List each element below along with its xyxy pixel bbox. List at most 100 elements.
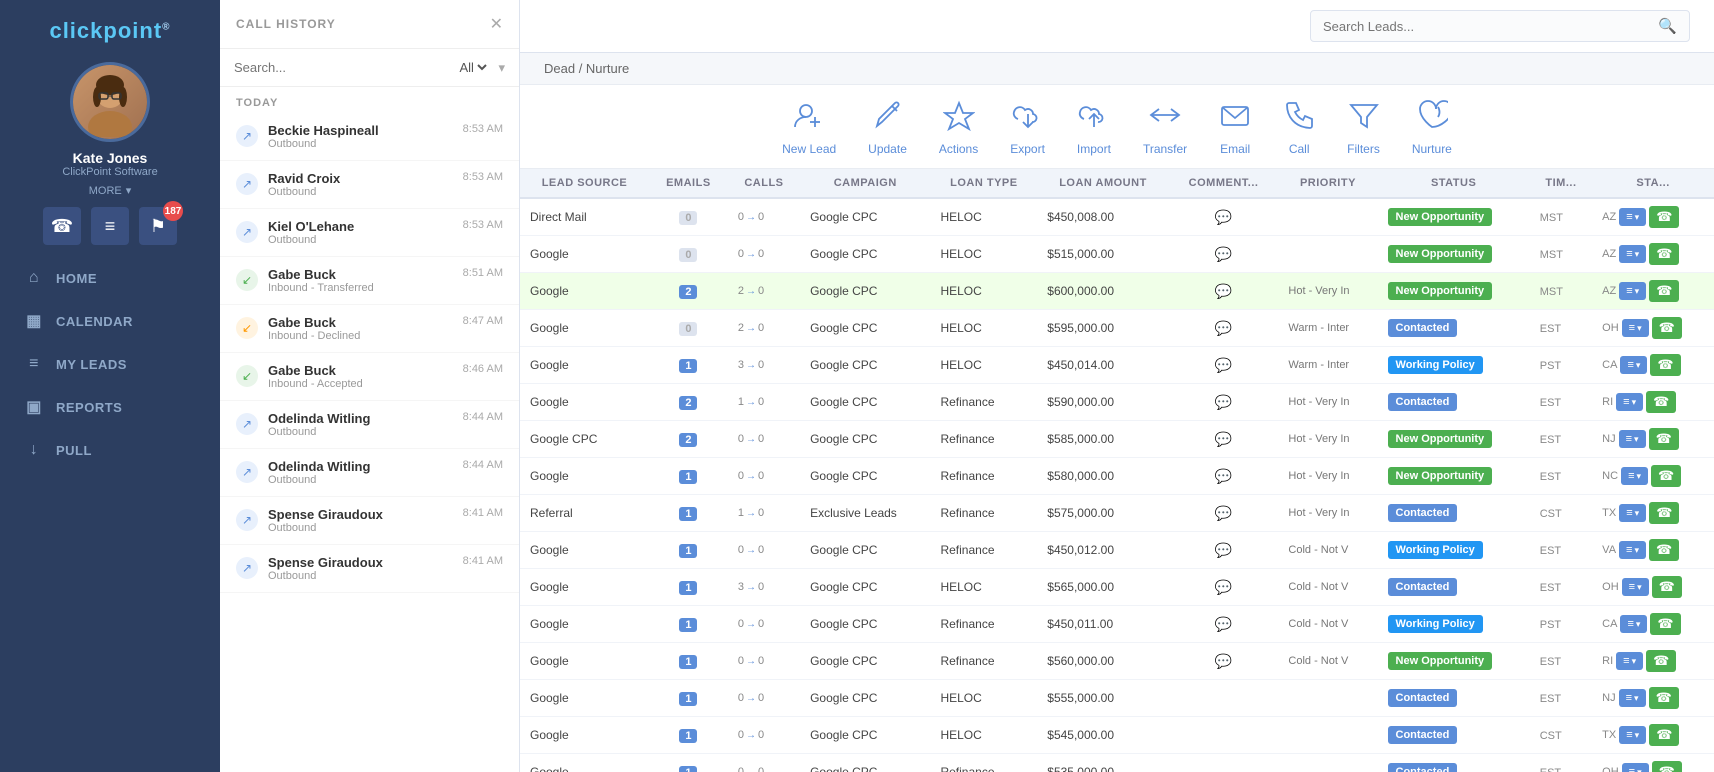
- sidebar-item-home[interactable]: ⌂ HOME: [0, 257, 220, 299]
- call-history-item[interactable]: ↗ Beckie Haspineall Outbound 8:53 AM: [220, 113, 519, 161]
- comment-cell[interactable]: 💬: [1169, 310, 1279, 347]
- status-cell[interactable]: Contacted: [1378, 495, 1530, 532]
- toolbar-new-lead[interactable]: New Lead: [782, 99, 836, 156]
- action-dropdown-button[interactable]: ≡▾: [1622, 578, 1649, 596]
- menu-icon-button[interactable]: ≡: [91, 207, 129, 245]
- emails-cell[interactable]: 1: [649, 754, 728, 772]
- status-badge[interactable]: Working Policy: [1388, 541, 1483, 559]
- toolbar-actions[interactable]: Actions: [939, 99, 978, 156]
- flag-icon-button[interactable]: ⚑ 187: [139, 207, 177, 245]
- status-cell[interactable]: Contacted: [1378, 569, 1530, 606]
- quick-call-button[interactable]: ☎: [1650, 613, 1680, 635]
- action-dropdown-button[interactable]: ≡▾: [1620, 356, 1647, 374]
- action-dropdown-button[interactable]: ≡▾: [1622, 763, 1649, 772]
- status-cell[interactable]: Contacted: [1378, 680, 1530, 717]
- comment-cell[interactable]: 💬: [1169, 569, 1279, 606]
- status-badge[interactable]: New Opportunity: [1388, 208, 1493, 226]
- comment-cell[interactable]: [1169, 717, 1279, 754]
- comment-cell[interactable]: 💬: [1169, 198, 1279, 236]
- call-history-item[interactable]: ↗ Spense Giraudoux Outbound 8:41 AM: [220, 545, 519, 593]
- quick-call-button[interactable]: ☎: [1646, 650, 1676, 672]
- comment-cell[interactable]: [1169, 680, 1279, 717]
- comment-cell[interactable]: 💬: [1169, 532, 1279, 569]
- status-badge[interactable]: Contacted: [1388, 689, 1458, 707]
- call-history-item[interactable]: ↗ Odelinda Witling Outbound 8:44 AM: [220, 401, 519, 449]
- comment-cell[interactable]: 💬: [1169, 495, 1279, 532]
- comment-cell[interactable]: 💬: [1169, 458, 1279, 495]
- comment-cell[interactable]: 💬: [1169, 236, 1279, 273]
- action-dropdown-button[interactable]: ≡▾: [1621, 467, 1648, 485]
- toolbar-transfer[interactable]: Transfer: [1143, 99, 1187, 156]
- status-cell[interactable]: Contacted: [1378, 384, 1530, 421]
- toolbar-update[interactable]: Update: [868, 99, 907, 156]
- action-dropdown-button[interactable]: ≡▾: [1616, 393, 1643, 411]
- status-badge[interactable]: New Opportunity: [1388, 467, 1493, 485]
- emails-cell[interactable]: 1: [649, 569, 728, 606]
- emails-cell[interactable]: 1: [649, 643, 728, 680]
- status-badge[interactable]: Working Policy: [1388, 356, 1483, 374]
- action-dropdown-button[interactable]: ≡▾: [1619, 245, 1646, 263]
- quick-call-button[interactable]: ☎: [1649, 206, 1679, 228]
- emails-cell[interactable]: 2: [649, 384, 728, 421]
- status-cell[interactable]: New Opportunity: [1378, 421, 1530, 458]
- emails-cell[interactable]: 0: [649, 310, 728, 347]
- status-cell[interactable]: New Opportunity: [1378, 198, 1530, 236]
- status-badge[interactable]: Contacted: [1388, 319, 1458, 337]
- status-cell[interactable]: Contacted: [1378, 717, 1530, 754]
- action-dropdown-button[interactable]: ≡▾: [1619, 282, 1646, 300]
- action-dropdown-button[interactable]: ≡▾: [1619, 726, 1646, 744]
- emails-cell[interactable]: 1: [649, 458, 728, 495]
- call-history-item[interactable]: ↗ Spense Giraudoux Outbound 8:41 AM: [220, 497, 519, 545]
- comment-cell[interactable]: 💬: [1169, 347, 1279, 384]
- comment-cell[interactable]: 💬: [1169, 606, 1279, 643]
- status-cell[interactable]: Working Policy: [1378, 606, 1530, 643]
- status-cell[interactable]: Working Policy: [1378, 532, 1530, 569]
- emails-cell[interactable]: 1: [649, 532, 728, 569]
- toolbar-nurture[interactable]: Nurture: [1412, 99, 1452, 156]
- status-cell[interactable]: New Opportunity: [1378, 273, 1530, 310]
- call-history-filter-select[interactable]: All: [455, 59, 490, 76]
- toolbar-email[interactable]: Email: [1219, 99, 1251, 156]
- status-badge[interactable]: New Opportunity: [1388, 245, 1493, 263]
- quick-call-button[interactable]: ☎: [1650, 354, 1680, 376]
- action-dropdown-button[interactable]: ≡▾: [1622, 319, 1649, 337]
- comment-cell[interactable]: [1169, 754, 1279, 772]
- status-badge[interactable]: Contacted: [1388, 763, 1458, 772]
- status-badge[interactable]: New Opportunity: [1388, 282, 1493, 300]
- emails-cell[interactable]: 1: [649, 717, 728, 754]
- toolbar-call[interactable]: Call: [1283, 99, 1315, 156]
- status-cell[interactable]: New Opportunity: [1378, 458, 1530, 495]
- quick-call-button[interactable]: ☎: [1652, 576, 1682, 598]
- status-badge[interactable]: Working Policy: [1388, 615, 1483, 633]
- quick-call-button[interactable]: ☎: [1651, 465, 1681, 487]
- search-leads-input[interactable]: [1323, 19, 1658, 34]
- call-history-item[interactable]: ↙ Gabe Buck Inbound - Accepted 8:46 AM: [220, 353, 519, 401]
- emails-cell[interactable]: 2: [649, 273, 728, 310]
- action-dropdown-button[interactable]: ≡▾: [1619, 430, 1646, 448]
- close-icon[interactable]: ✕: [490, 14, 503, 34]
- action-dropdown-button[interactable]: ≡▾: [1620, 615, 1647, 633]
- emails-cell[interactable]: 2: [649, 421, 728, 458]
- quick-call-button[interactable]: ☎: [1649, 687, 1679, 709]
- status-badge[interactable]: New Opportunity: [1388, 652, 1493, 670]
- phone-icon-button[interactable]: ☎: [43, 207, 81, 245]
- emails-cell[interactable]: 0: [649, 198, 728, 236]
- status-cell[interactable]: New Opportunity: [1378, 643, 1530, 680]
- call-history-item[interactable]: ↗ Odelinda Witling Outbound 8:44 AM: [220, 449, 519, 497]
- emails-cell[interactable]: 0: [649, 236, 728, 273]
- quick-call-button[interactable]: ☎: [1652, 317, 1682, 339]
- action-dropdown-button[interactable]: ≡▾: [1619, 541, 1646, 559]
- call-history-item[interactable]: ↙ Gabe Buck Inbound - Declined 8:47 AM: [220, 305, 519, 353]
- call-history-search-input[interactable]: [234, 60, 447, 75]
- status-badge[interactable]: Contacted: [1388, 578, 1458, 596]
- status-cell[interactable]: Contacted: [1378, 310, 1530, 347]
- emails-cell[interactable]: 1: [649, 680, 728, 717]
- comment-cell[interactable]: 💬: [1169, 421, 1279, 458]
- sidebar-item-my-leads[interactable]: ≡ MY LEADS: [0, 343, 220, 385]
- sidebar-item-calendar[interactable]: ▦ CALENDAR: [0, 299, 220, 343]
- action-dropdown-button[interactable]: ≡▾: [1616, 652, 1643, 670]
- status-badge[interactable]: Contacted: [1388, 726, 1458, 744]
- toolbar-import[interactable]: Import: [1077, 99, 1111, 156]
- comment-cell[interactable]: 💬: [1169, 384, 1279, 421]
- emails-cell[interactable]: 1: [649, 495, 728, 532]
